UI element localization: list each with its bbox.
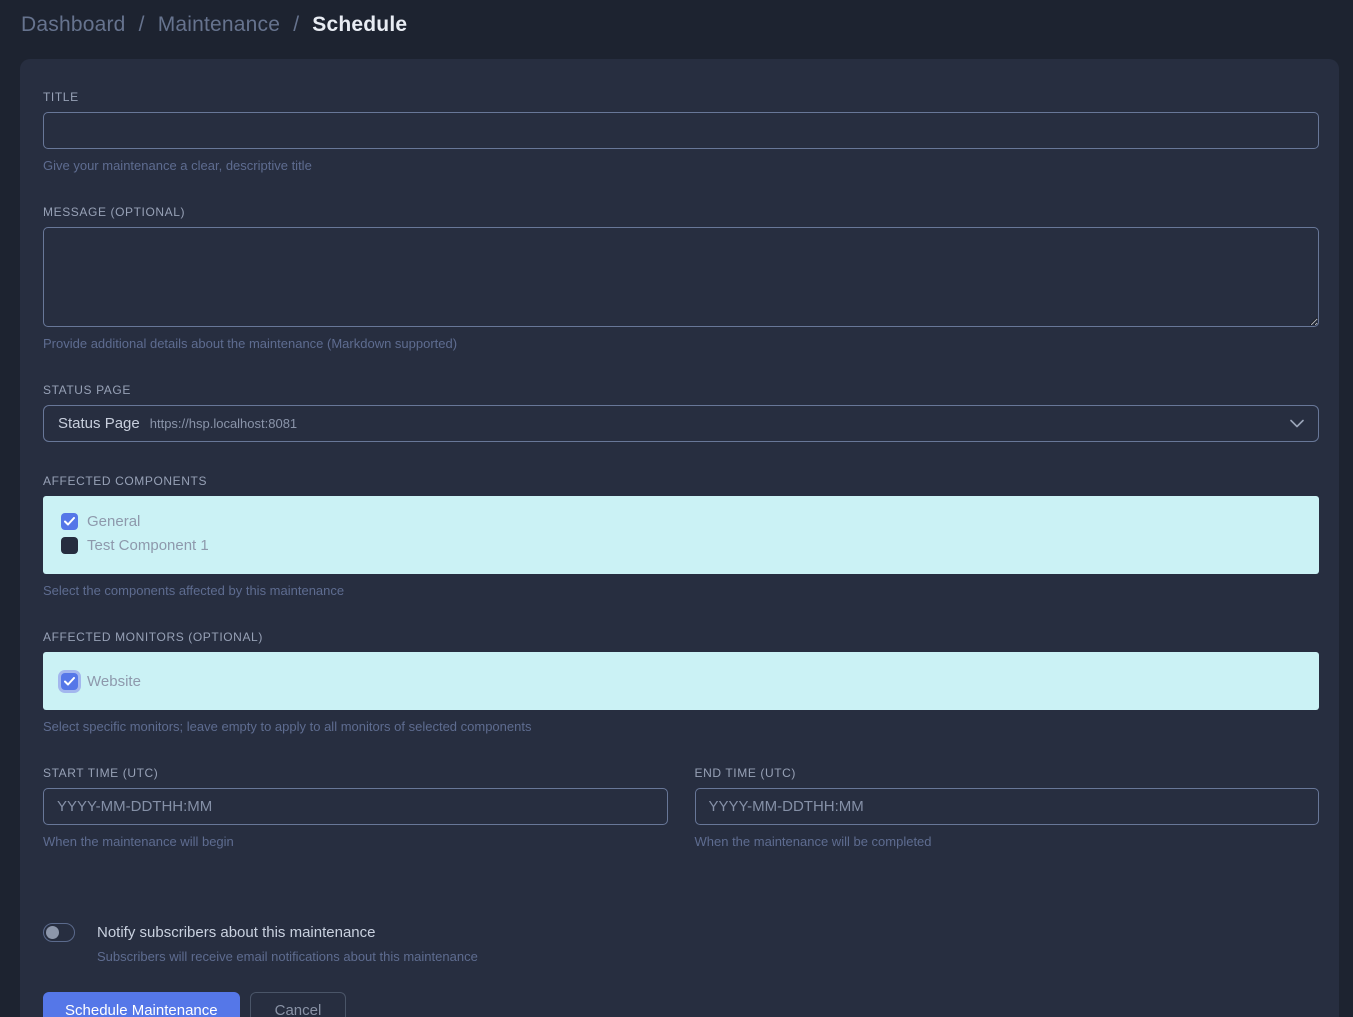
end-time-group: END TIME (UTC) When the maintenance will… [695, 766, 1320, 849]
checkbox-test-component-1[interactable] [61, 537, 78, 554]
notify-label: Notify subscribers about this maintenanc… [97, 924, 375, 941]
start-time-label: START TIME (UTC) [43, 766, 668, 780]
breadcrumb-maintenance[interactable]: Maintenance [158, 13, 280, 36]
notify-toggle[interactable] [43, 923, 75, 942]
notify-helper: Subscribers will receive email notificat… [97, 949, 1319, 964]
breadcrumb-dashboard[interactable]: Dashboard [21, 13, 126, 36]
component-label: General [87, 513, 140, 530]
component-option-general[interactable]: General [61, 509, 1301, 533]
affected-components-label: AFFECTED COMPONENTS [43, 474, 1319, 488]
status-page-selected-name: Status Page [58, 415, 140, 432]
affected-components-group: AFFECTED COMPONENTS General Test Compone… [43, 474, 1319, 598]
page-title: Schedule [312, 13, 407, 36]
affected-monitors-group: AFFECTED MONITORS (OPTIONAL) Website Sel… [43, 630, 1319, 734]
end-time-label: END TIME (UTC) [695, 766, 1320, 780]
end-time-input[interactable] [695, 788, 1320, 825]
affected-components-box: General Test Component 1 [43, 496, 1319, 574]
status-page-group: STATUS PAGE Status Page https://hsp.loca… [43, 383, 1319, 442]
end-time-helper: When the maintenance will be completed [695, 834, 1320, 849]
component-option-test-component-1[interactable]: Test Component 1 [61, 533, 1301, 557]
breadcrumb-separator: / [132, 13, 152, 36]
affected-monitors-label: AFFECTED MONITORS (OPTIONAL) [43, 630, 1319, 644]
message-label: MESSAGE (OPTIONAL) [43, 205, 1319, 219]
breadcrumb: Dashboard / Maintenance / Schedule [21, 13, 1333, 37]
monitor-label: Website [87, 673, 141, 690]
monitor-option-website[interactable]: Website [61, 669, 1301, 693]
checkbox-general[interactable] [61, 513, 78, 530]
status-page-select[interactable]: Status Page https://hsp.localhost:8081 [43, 405, 1319, 442]
schedule-maintenance-form: TITLE Give your maintenance a clear, des… [20, 59, 1339, 1017]
message-helper: Provide additional details about the mai… [43, 336, 1319, 351]
cancel-button[interactable]: Cancel [250, 992, 347, 1017]
notify-group: Notify subscribers about this maintenanc… [43, 923, 1319, 964]
title-helper: Give your maintenance a clear, descripti… [43, 158, 1319, 173]
form-actions: Schedule Maintenance Cancel [43, 992, 1319, 1017]
checkbox-website[interactable] [61, 673, 78, 690]
affected-components-helper: Select the components affected by this m… [43, 583, 1319, 598]
component-label: Test Component 1 [87, 537, 209, 554]
status-page-label: STATUS PAGE [43, 383, 1319, 397]
top-bar: Dashboard / Maintenance / Schedule [0, 0, 1353, 37]
title-input[interactable] [43, 112, 1319, 149]
time-row: START TIME (UTC) When the maintenance wi… [43, 766, 1319, 881]
chevron-down-icon [1290, 419, 1304, 428]
affected-monitors-helper: Select specific monitors; leave empty to… [43, 719, 1319, 734]
start-time-input[interactable] [43, 788, 668, 825]
title-group: TITLE Give your maintenance a clear, des… [43, 90, 1319, 173]
schedule-maintenance-button[interactable]: Schedule Maintenance [43, 992, 240, 1017]
breadcrumb-separator: / [286, 13, 306, 36]
start-time-helper: When the maintenance will begin [43, 834, 668, 849]
message-textarea[interactable] [43, 227, 1319, 327]
message-group: MESSAGE (OPTIONAL) Provide additional de… [43, 205, 1319, 351]
status-page-selected-url: https://hsp.localhost:8081 [150, 416, 297, 431]
affected-monitors-box: Website [43, 652, 1319, 710]
toggle-knob [46, 926, 59, 939]
title-label: TITLE [43, 90, 1319, 104]
start-time-group: START TIME (UTC) When the maintenance wi… [43, 766, 668, 849]
